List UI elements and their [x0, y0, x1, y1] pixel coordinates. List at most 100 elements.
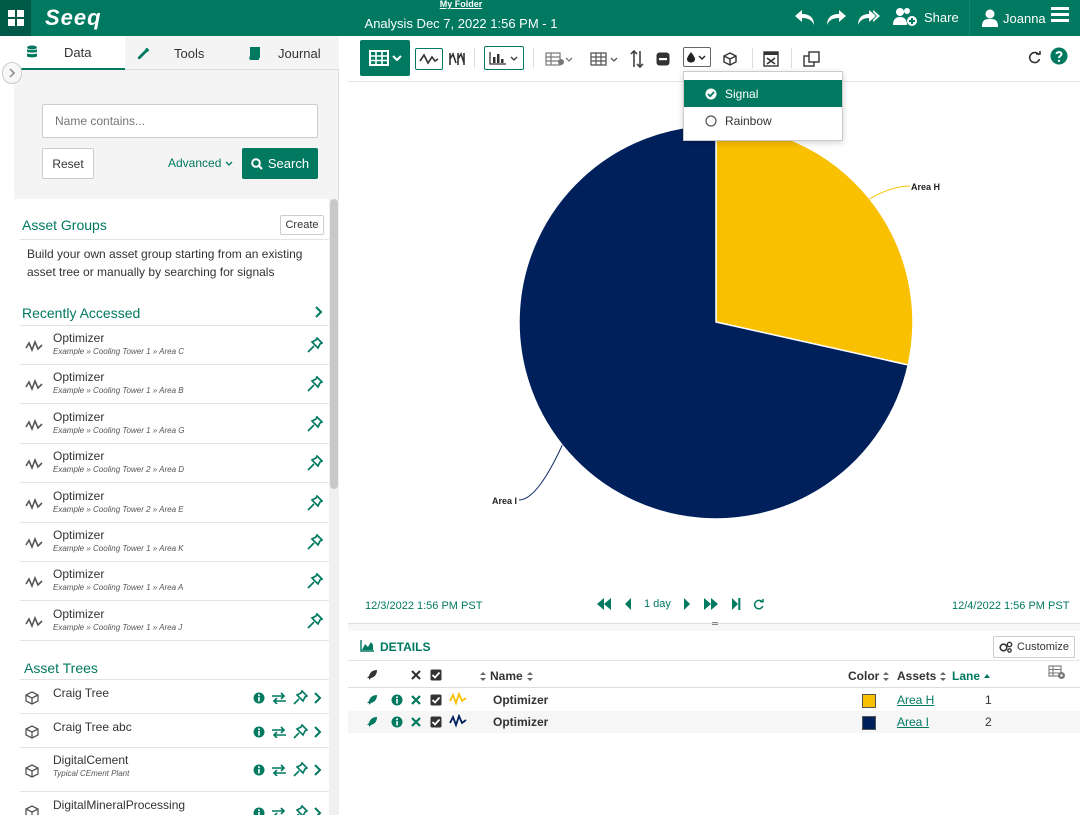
info-icon[interactable]: [253, 807, 265, 815]
checkbox-checked-icon[interactable]: [430, 694, 442, 706]
rocket-icon[interactable]: [366, 716, 378, 728]
chevron-right-icon[interactable]: [314, 806, 322, 815]
info-icon[interactable]: [391, 716, 403, 728]
recent-item[interactable]: Optimizer Example » Cooling Tower 1 » Are…: [20, 365, 329, 405]
capsule-view-button[interactable]: [447, 48, 467, 70]
help-button[interactable]: [1049, 46, 1069, 66]
asset-tree-item[interactable]: DigitalMineralProcessing: [20, 793, 329, 815]
undo-icon[interactable]: [793, 3, 817, 31]
trend-view-button[interactable]: [415, 48, 443, 70]
info-icon[interactable]: [253, 726, 265, 738]
color-option-rainbow[interactable]: Rainbow: [684, 107, 842, 134]
tab-tools[interactable]: Tools: [125, 36, 236, 70]
hamburger-menu-icon[interactable]: [1050, 4, 1070, 27]
recent-item[interactable]: Optimizer Example » Cooling Tower 2 » Are…: [20, 483, 329, 523]
pie-chart[interactable]: Area H Area I: [348, 83, 1080, 591]
color-swatch[interactable]: [862, 694, 876, 708]
asset-tree-item[interactable]: DigitalCement Typical CEment Plant: [20, 748, 329, 792]
info-icon[interactable]: [253, 692, 265, 704]
asset-link[interactable]: Area I: [897, 715, 929, 729]
remove-icon[interactable]: [411, 717, 421, 727]
folder-link[interactable]: My Folder: [0, 0, 922, 9]
step-back-icon[interactable]: [624, 597, 632, 611]
chevron-right-icon[interactable]: [314, 763, 322, 776]
table-layout-dropdown[interactable]: [589, 49, 619, 69]
asset-link[interactable]: Area H: [897, 693, 934, 707]
skip-to-end-icon[interactable]: [731, 597, 741, 611]
checkbox-checked-icon[interactable]: [430, 716, 442, 728]
left-panel-scrollbar[interactable]: [329, 199, 339, 815]
analysis-title[interactable]: Analysis Dec 7, 2022 1:56 PM - 1: [0, 16, 922, 31]
recent-item[interactable]: Optimizer Example » Cooling Tower 1 » Are…: [20, 562, 329, 602]
start-time[interactable]: 12/3/2022 1:56 PM PST: [365, 600, 482, 612]
column-name-header[interactable]: Name: [479, 669, 534, 683]
copy-view-button[interactable]: [801, 49, 823, 69]
color-mode-dropdown[interactable]: [683, 47, 711, 67]
recent-item[interactable]: Optimizer Example » Cooling Tower 1 » Are…: [20, 404, 329, 444]
column-color-header[interactable]: Color: [848, 669, 890, 683]
share-button[interactable]: Share: [892, 3, 959, 31]
recent-item[interactable]: Optimizer Example » Cooling Tower 1 » Are…: [20, 326, 329, 365]
customize-button[interactable]: Customize: [993, 636, 1075, 658]
duration-label[interactable]: 1 day: [644, 598, 671, 610]
asset-view-button[interactable]: [721, 49, 739, 69]
expand-sidebar-button[interactable]: [2, 62, 22, 84]
details-row[interactable]: Optimizer Area I 2: [348, 711, 1080, 733]
column-lane-header[interactable]: Lane: [952, 669, 991, 683]
scrollbar-thumb[interactable]: [330, 199, 338, 489]
swap-icon[interactable]: [271, 763, 287, 776]
swap-icon[interactable]: [271, 806, 287, 815]
chevron-right-icon[interactable]: [314, 725, 322, 738]
user-menu[interactable]: Joanna: [969, 0, 1046, 36]
redo-all-icon[interactable]: [856, 3, 882, 31]
refresh-button[interactable]: [1026, 47, 1042, 67]
step-forward-icon[interactable]: [683, 597, 691, 611]
step-forward-double-icon[interactable]: [703, 597, 719, 611]
asset-tree-item[interactable]: Craig Tree: [20, 680, 329, 714]
recent-item[interactable]: Optimizer Example » Cooling Tower 1 » Are…: [20, 601, 329, 641]
columns-dropdown[interactable]: [544, 49, 574, 69]
pin-icon[interactable]: [307, 337, 323, 353]
chevron-right-icon[interactable]: [314, 306, 323, 318]
table-view-button[interactable]: [360, 40, 410, 76]
pin-icon[interactable]: [307, 455, 323, 471]
sort-button[interactable]: [628, 49, 646, 69]
pin-icon[interactable]: [307, 415, 323, 432]
refresh-icon[interactable]: [753, 598, 764, 610]
rocket-icon[interactable]: [366, 669, 378, 681]
color-option-signal[interactable]: Signal: [684, 80, 842, 107]
pin-icon[interactable]: [293, 724, 308, 739]
recent-item[interactable]: Optimizer Example » Cooling Tower 1 » Are…: [20, 523, 329, 562]
details-splitter[interactable]: [348, 622, 1080, 631]
pin-icon[interactable]: [307, 494, 323, 511]
pin-icon[interactable]: [307, 376, 323, 392]
export-excel-button[interactable]: [761, 49, 781, 69]
chevron-right-icon[interactable]: [314, 691, 322, 704]
advanced-search-toggle[interactable]: Advanced: [168, 156, 233, 170]
column-settings-icon[interactable]: [1048, 665, 1066, 680]
info-icon[interactable]: [253, 764, 265, 776]
remove-all-icon[interactable]: [411, 670, 421, 680]
rocket-icon[interactable]: [366, 694, 378, 706]
splitter-grip[interactable]: [712, 622, 718, 625]
name-contains-input[interactable]: [42, 104, 318, 138]
pin-icon[interactable]: [307, 573, 323, 589]
reset-button[interactable]: Reset: [42, 148, 94, 179]
search-button[interactable]: Search: [242, 148, 318, 179]
swap-icon[interactable]: [271, 725, 287, 738]
swap-icon[interactable]: [271, 691, 287, 704]
end-time[interactable]: 12/4/2022 1:56 PM PST: [952, 600, 1069, 612]
pin-icon[interactable]: [293, 805, 308, 815]
create-asset-group-button[interactable]: Create: [280, 215, 324, 235]
pin-icon[interactable]: [307, 612, 323, 629]
color-swatch[interactable]: [862, 716, 876, 730]
redo-icon[interactable]: [824, 3, 848, 31]
step-back-double-icon[interactable]: [596, 597, 612, 611]
pin-icon[interactable]: [307, 534, 323, 550]
collapse-button[interactable]: [654, 49, 672, 69]
pin-icon[interactable]: [293, 762, 308, 777]
asset-tree-item[interactable]: Craig Tree abc: [20, 714, 329, 748]
recent-item[interactable]: Optimizer Example » Cooling Tower 2 » Are…: [20, 444, 329, 484]
info-icon[interactable]: [391, 694, 403, 706]
chart-type-dropdown[interactable]: [484, 46, 524, 70]
